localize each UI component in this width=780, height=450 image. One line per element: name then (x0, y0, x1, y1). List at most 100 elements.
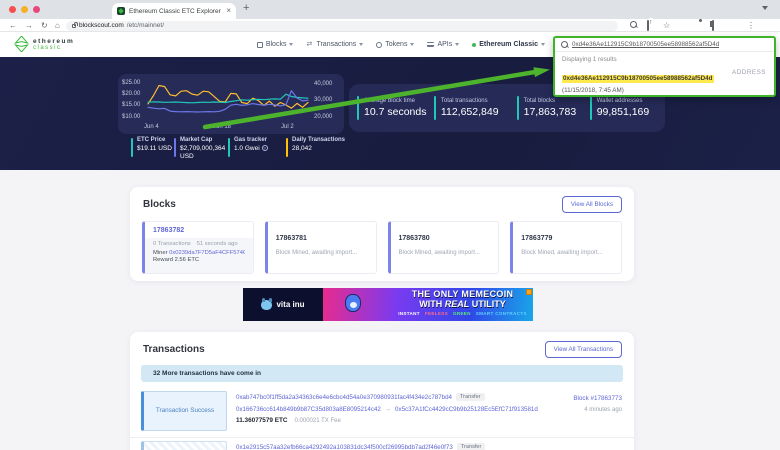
chevron-down-icon (359, 43, 363, 46)
main-nav: Blocks Transactions Tokens APIs Ethereum (257, 32, 545, 57)
nav-item-transactions[interactable]: Transactions (306, 41, 363, 48)
substat-accent-bar (131, 138, 133, 157)
url-domain: blockscout.com (79, 22, 124, 29)
search-results-dropdown: 0xd4e36Ae112915C9b18700505ee58988562af5D… (553, 36, 776, 97)
transaction-hash-link[interactable]: 0x1e2915c57aa32efb66ca4292492a103831dc34… (236, 444, 453, 450)
sidebar-icon[interactable] (712, 20, 714, 31)
cube-icon (257, 42, 263, 48)
chevron-down-icon (289, 43, 293, 46)
substat-daily-transactions: Daily Transactions 28,042 (286, 137, 358, 162)
block-status: Block Mined, awaiting import... (391, 246, 499, 256)
search-result-address-link[interactable]: 0xd4e36Ae112915C9b18700505ee58988562af5D… (562, 75, 714, 83)
nav-item-blocks[interactable]: Blocks (257, 41, 294, 48)
block-tx-count: 0 Transactions (153, 241, 191, 247)
coin-icon (376, 42, 382, 48)
search-results-summary: Displaying 1 results (562, 56, 767, 63)
block-age: 51 seconds ago (197, 241, 238, 247)
block-reward: Reward 2.56 ETC (153, 257, 245, 263)
transactions-title: Transactions (143, 344, 205, 355)
ad-info-icon[interactable] (526, 289, 532, 295)
nav-item-network-selector[interactable]: Ethereum Classic (472, 41, 545, 48)
window-minimize-button[interactable] (21, 6, 28, 13)
transaction-row: 0x1e2915c57aa32efb66ca4292492a103831dc34… (130, 438, 634, 450)
ad-tag: GREEN (453, 311, 471, 316)
block-tile[interactable]: 17863780 Block Mined, awaiting import... (388, 221, 500, 274)
stat-wallet-addresses: Wallet addresses 99,851,169 (590, 96, 657, 120)
block-number: 17863779 (513, 230, 621, 246)
transfer-arrows-icon (306, 42, 313, 48)
miner-label: Miner (153, 250, 168, 256)
block-tile[interactable]: 17863782 0 Transactions 51 seconds ago M… (142, 221, 254, 274)
network-status-dot (472, 43, 476, 47)
block-number: 17863780 (391, 230, 499, 246)
ad-tag: FEELESS (425, 311, 448, 316)
bookmark-star-icon[interactable]: ☆ (663, 21, 670, 30)
x-axis-tick: Jul 2 (281, 124, 294, 130)
search-result-type-label: ADDRESS (732, 69, 766, 76)
transaction-age: 4 minutes ago (544, 407, 622, 413)
share-icon[interactable] (647, 20, 649, 31)
to-address-link[interactable]: 0x5c37A1fCc4429cC9b9b25128Ec5EfC71f91358… (395, 406, 538, 413)
tab-favicon-icon (117, 7, 125, 15)
block-number: 17863781 (268, 230, 376, 246)
new-tab-button[interactable]: + (243, 2, 249, 14)
main-content: Blocks View All Blocks 17863782 0 Transa… (0, 170, 780, 450)
browser-tab-strip: Ethereum Classic ETC Explorer × + (0, 0, 780, 19)
new-transactions-banner[interactable]: 32 More transactions have come in (141, 365, 623, 382)
substat-gas-tracker: Gas tracker 1.0 Gwei? (228, 137, 286, 162)
browser-menu-icon[interactable]: ⋮ (747, 21, 755, 30)
window-zoom-button[interactable] (33, 6, 40, 13)
block-number-link[interactable]: Block #17863773 (544, 395, 622, 402)
site-logo[interactable]: ethereum classic (14, 36, 74, 52)
ad-banner[interactable]: vita inu THE ONLY MEMECOIN WITH REAL UTI… (243, 288, 533, 321)
info-icon[interactable]: ? (262, 145, 268, 151)
home-button[interactable]: ⌂ (55, 19, 60, 32)
stat-accent-bar (434, 96, 436, 120)
substat-accent-bar (228, 138, 230, 157)
chevron-down-icon (541, 43, 545, 46)
nav-item-apis[interactable]: APIs (427, 41, 459, 48)
transaction-type-tag: Transfer (456, 393, 485, 401)
address-bar[interactable]: blockscout.com/etc/mainnet/ (66, 21, 618, 31)
miner-address-link[interactable]: 0x0239da7F7D5aF4CFF574C507bb... (169, 250, 245, 256)
network-chart-card: $25.00 $20.00 $15.00 $10.00 40,000 30,00… (118, 74, 344, 134)
substat-accent-bar (174, 138, 176, 157)
y-axis-tick: $15.00 (122, 102, 140, 108)
window-close-button[interactable] (9, 6, 16, 13)
chevron-down-icon[interactable] (762, 6, 768, 10)
transactions-card: Transactions View All Transactions 32 Mo… (130, 332, 634, 450)
ad-subheadline: WITH REAL UTILITY (375, 300, 533, 310)
browser-tab[interactable]: Ethereum Classic ETC Explorer × (112, 3, 236, 19)
view-all-blocks-button[interactable]: View All Blocks (562, 196, 622, 213)
transaction-row: Transaction Success 0xab747bc0f1ff5da2a3… (130, 388, 634, 438)
block-number-link[interactable]: 17863782 (145, 222, 253, 238)
hero-chart-plot[interactable] (146, 76, 310, 122)
y2-axis-tick: 40,000 (314, 81, 332, 87)
ad-tag: INSTANT (398, 311, 420, 316)
forward-button[interactable]: → (25, 19, 33, 32)
transaction-hash-link[interactable]: 0xab747bc0f1ff5da2a34363c6e4e6cbc4d54a0e… (236, 394, 452, 401)
dog-mascot-icon (345, 294, 361, 312)
reload-button[interactable]: ↻ (41, 19, 48, 32)
etc-diamond-icon (14, 36, 29, 52)
y-axis-tick: $20.00 (122, 91, 140, 97)
y-axis-tick: $25.00 (122, 80, 140, 86)
tab-close-icon[interactable]: × (226, 7, 231, 15)
back-button[interactable]: ← (9, 19, 17, 32)
from-address-link[interactable]: 0x166736cc614b849b9b87C35d803a8E8095214c… (236, 406, 381, 413)
block-tile[interactable]: 17863781 Block Mined, awaiting import... (265, 221, 377, 274)
tab-title: Ethereum Classic ETC Explorer (129, 8, 222, 15)
stat-accent-bar (357, 96, 359, 120)
block-tile[interactable]: 17863779 Block Mined, awaiting import... (510, 221, 622, 274)
transaction-value: 11.36077579 ETC (236, 417, 288, 424)
transaction-fee: 0.000021 TX Fee (295, 418, 341, 424)
nav-item-tokens[interactable]: Tokens (376, 41, 414, 48)
view-all-transactions-button[interactable]: View All Transactions (545, 341, 622, 358)
substat-etc-price: ETC Price $19.11 USD (131, 137, 174, 162)
lock-icon (72, 24, 76, 28)
search-input[interactable]: 0xd4e36Ae112915C9b18700505ee58988562af5D… (555, 38, 774, 52)
ad-tag: SMART CONTRACTS (476, 311, 527, 316)
block-tiles: 17863782 0 Transactions 51 seconds ago M… (130, 219, 634, 276)
blocks-card: Blocks View All Blocks 17863782 0 Transa… (130, 187, 634, 281)
stat-accent-bar (517, 96, 519, 120)
